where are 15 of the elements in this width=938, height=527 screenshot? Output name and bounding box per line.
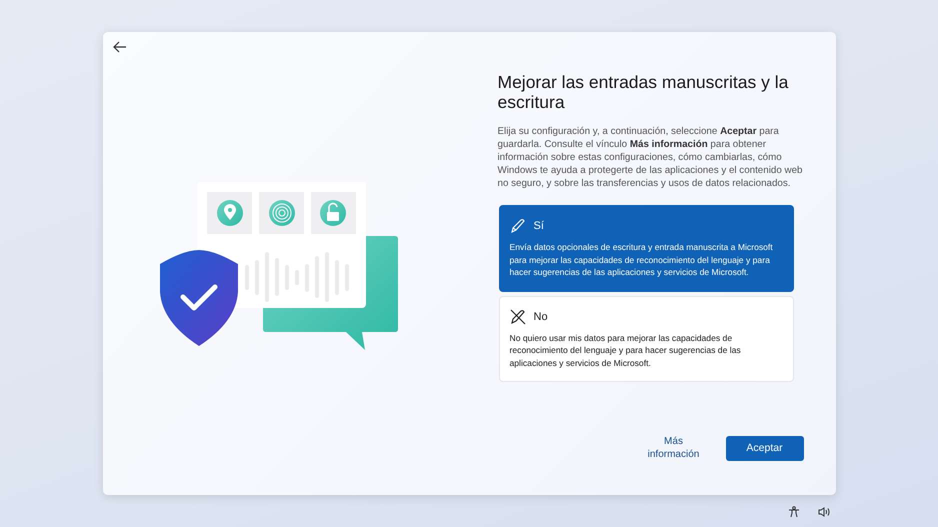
option-card[interactable]: No No quiero usar mis datos para mejorar las capacidades de reconocimiento del lenguaje y para hacer sugerencias de las aplicaciones y servicios de Microsoft.: [498, 296, 794, 382]
page-title: Mejorar las entradas manuscritas y la escritura: [498, 72, 790, 112]
pen-icon: [510, 218, 526, 234]
option-description: Envía datos opcionales de escritura y entrada manuscrita a Microsoft para mejorar las capacidades de reconocimiento del lenguaje y para hacer sugerencias de las aplicaciones y servicios de Microsoft.: [510, 241, 774, 278]
description-text: Elija su configuración y, a continuación, seleccione Aceptar para guardarla. Consulte el vínculo Más información para obtener información sobre estas configuraciones, cómo cambiarlas, cómo Windows te ayuda a protegerte de las aplicaciones y el contenido web no seguro, y sobre las transferencias y usos de datos relacionados.: [498, 125, 804, 190]
option-description: No quiero usar mis datos para mejorar las capacidades de reconocimiento del lenguaje y para hacer sugerencias de las aplicaciones y servicios de Microsoft.: [510, 332, 742, 369]
crossed-pen-icon: [510, 308, 526, 324]
option-label: No: [534, 310, 548, 322]
more-info-link[interactable]: Más información: [644, 435, 704, 461]
option-label: Sí: [534, 220, 544, 232]
speaker-icon[interactable]: [818, 506, 830, 518]
back-arrow-icon[interactable]: [112, 40, 128, 54]
option-card[interactable]: [498, 205, 794, 292]
accessibility-icon[interactable]: [788, 506, 800, 518]
accept-button[interactable]: Aceptar: [726, 436, 804, 460]
